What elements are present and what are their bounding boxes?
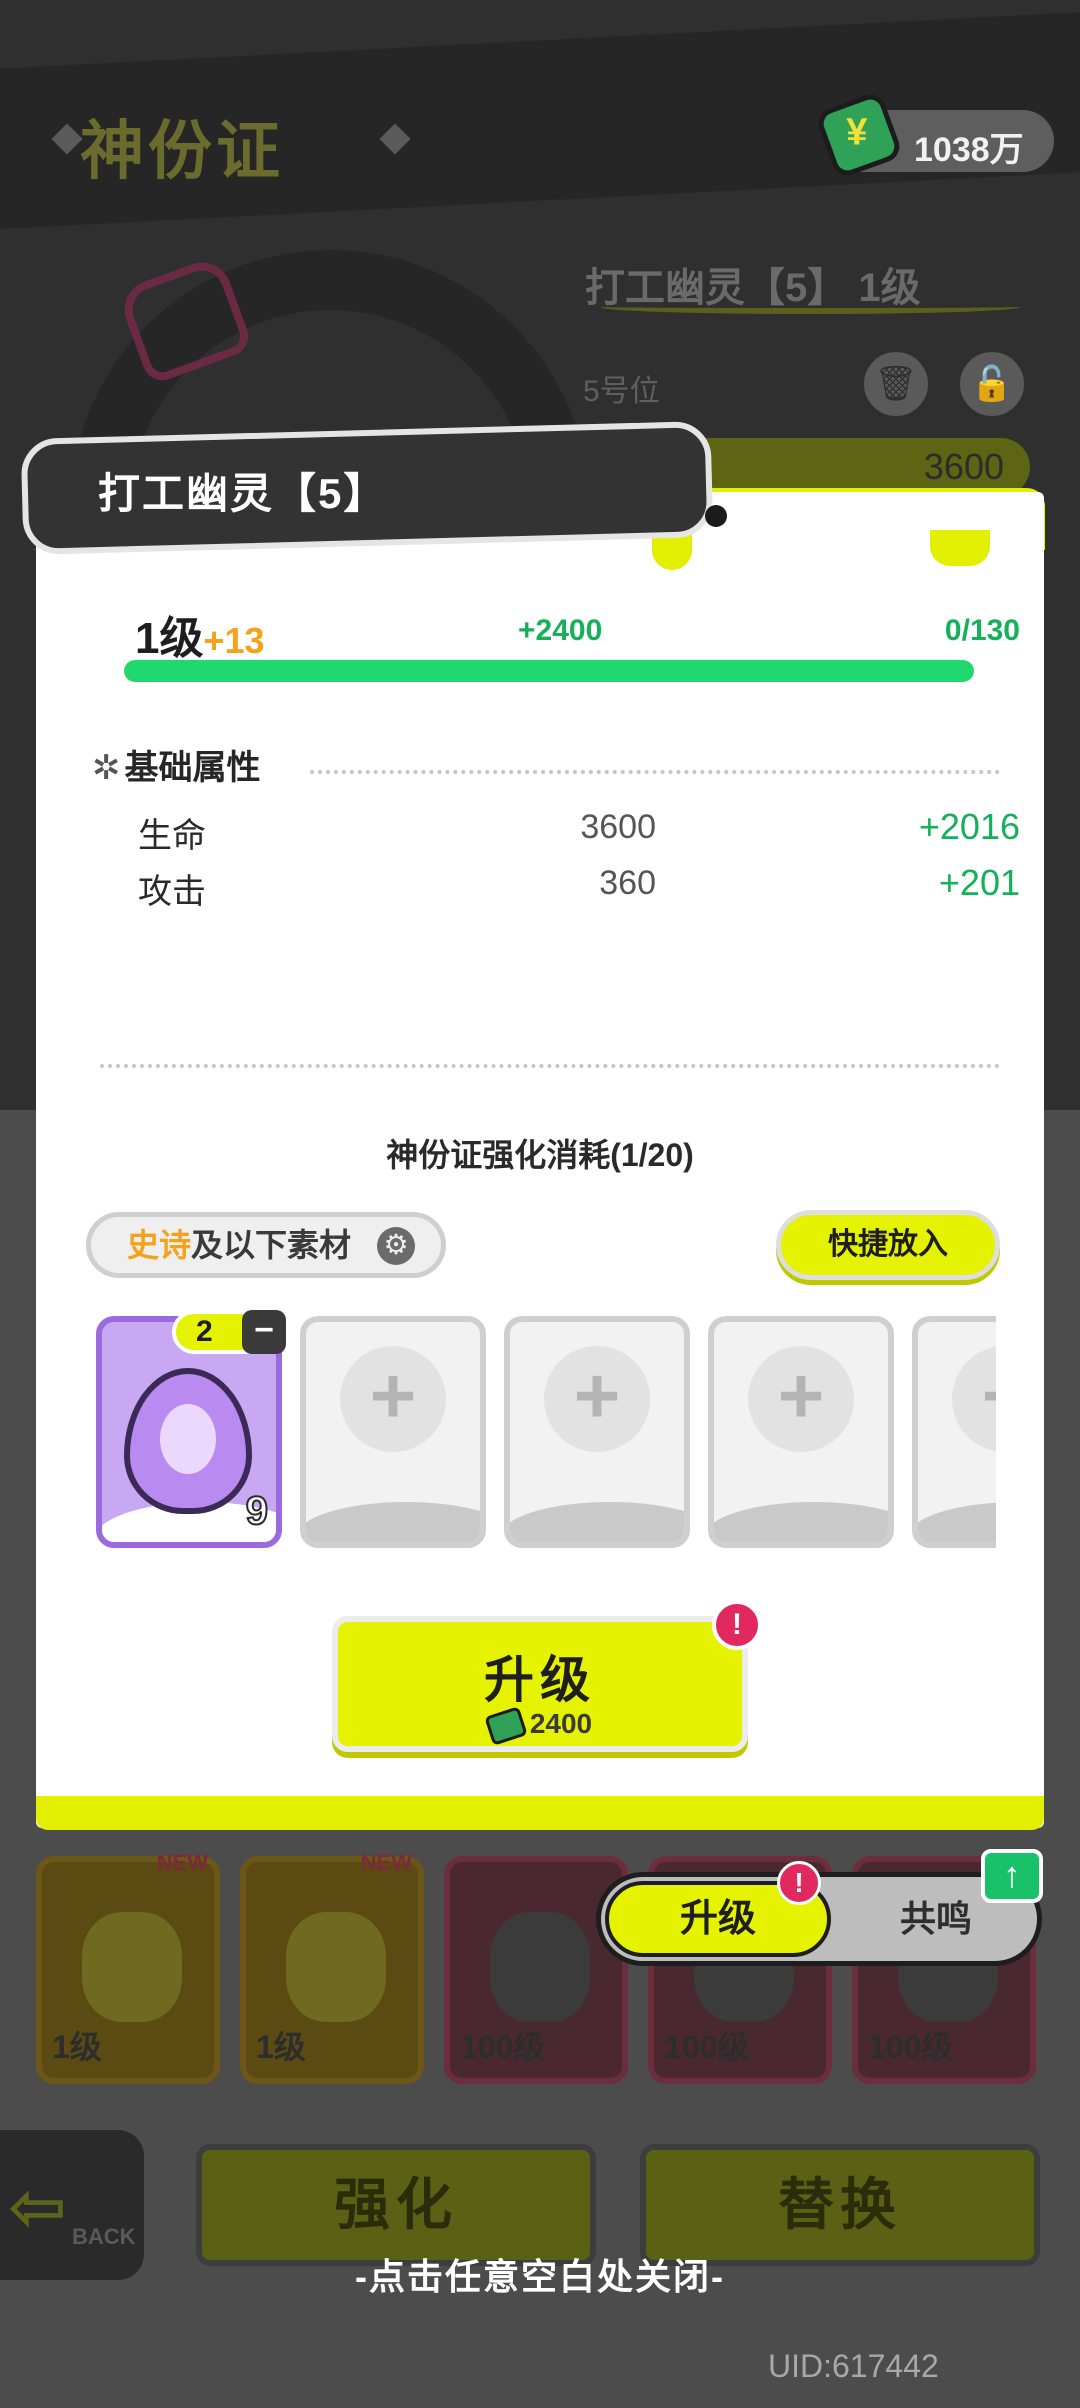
level-bonus: +13 [203, 620, 265, 661]
stat-name-hp: 生命 [138, 817, 206, 855]
equipment-card[interactable]: NEW 1级 [36, 1850, 220, 2084]
card-level: 1级 [256, 2029, 306, 2065]
upgrade-label: 升级 [484, 1652, 596, 1708]
stat-bonus-hp: +2016 [918, 806, 1020, 847]
quick-add-button[interactable]: 快捷放入 [776, 1210, 1000, 1280]
modal-title: 打工幽灵【5】 [98, 470, 388, 517]
back-label: BACK [72, 2224, 136, 2249]
equipment-card[interactable]: NEW 1级 [240, 1850, 424, 2084]
page-title: 神份证 [80, 115, 284, 187]
plus-icon: + [952, 1346, 996, 1452]
new-badge: NEW [156, 1850, 208, 1875]
close-hint: -点击任意空白处关闭- [355, 2256, 725, 2297]
arrow-up-icon: ↑ [981, 1849, 1043, 1903]
section-title-text: 基础属性 [124, 749, 261, 787]
level-value: 1级 [135, 614, 204, 663]
stat-name-attack: 攻击 [138, 873, 206, 911]
banner-dot [705, 505, 727, 527]
back-arrow-icon: ⇦ [8, 2168, 67, 2246]
paint-drip [930, 530, 990, 566]
xp-progress: 0/130 [944, 614, 1020, 647]
stat-value-hp: 3600 [580, 808, 656, 846]
upgrade-cost: 2400 [338, 1705, 742, 1746]
slot-label: 5号位 [583, 375, 660, 408]
modal-bottom-accent [36, 1796, 1044, 1830]
cash-icon [484, 1705, 528, 1746]
trash-icon[interactable]: 🗑 [864, 352, 928, 416]
dotted-divider [100, 1064, 1000, 1068]
card-level: 100级 [664, 2029, 750, 2065]
enhance-cost-title: 神份证强化消耗(1/20) [386, 1137, 694, 1173]
flower-icon: ✲ [92, 749, 121, 787]
purple-flame-icon [124, 1368, 252, 1514]
filter-rest-label: 及以下素材 [191, 1227, 352, 1263]
new-badge: NEW [360, 1850, 412, 1875]
material-slot-empty[interactable]: + [504, 1316, 690, 1548]
mode-toggle: 升级 ! 共鸣 ↑ [596, 1849, 1043, 1966]
stat-bonus-attack: +201 [938, 862, 1020, 903]
selected-quantity-badge: 2 − [172, 1310, 286, 1354]
plus-icon: + [340, 1346, 446, 1452]
selected-quantity: 2 [196, 1315, 213, 1348]
plus-icon: + [748, 1346, 854, 1452]
frog-charm-icon [82, 1912, 182, 2022]
material-slot-empty[interactable]: + [708, 1316, 894, 1548]
equipment-card[interactable]: 100级 [444, 1856, 628, 2084]
material-owned-count: 9 [245, 1488, 269, 1534]
dotted-divider [310, 770, 1000, 774]
card-level: 100级 [460, 2029, 546, 2065]
alert-icon: ! [712, 1600, 762, 1650]
alert-icon: ! [777, 1861, 821, 1905]
base-attributes-heading: ✲ 基础属性 [92, 740, 261, 789]
frog-charm-icon [286, 1912, 386, 2022]
minus-button[interactable]: − [242, 1310, 286, 1354]
user-id: UID:617442 [768, 2348, 939, 2384]
upgrade-button[interactable]: 升级 2400 [332, 1616, 748, 1752]
name-underline [600, 300, 1020, 314]
currency-display: 1038万 [814, 90, 1054, 180]
material-slot-empty[interactable]: + [912, 1316, 996, 1548]
xp-progress-fill [124, 660, 974, 682]
xp-gain: +2400 [518, 614, 603, 647]
plus-icon: + [544, 1346, 650, 1452]
upgrade-cost-value: 2400 [529, 1708, 593, 1739]
current-level: 1级+13 [135, 602, 265, 666]
material-slot-empty[interactable]: + [300, 1316, 486, 1548]
filter-epic-label: 史诗 [127, 1227, 192, 1263]
currency-amount: 1038万 [914, 131, 1024, 169]
character-charm-icon [490, 1912, 590, 2022]
material-filter-button[interactable]: 史诗及以下素材 ⚙ [86, 1212, 446, 1278]
stat-value-attack: 360 [599, 864, 656, 902]
card-level: 100级 [868, 2029, 954, 2065]
unlock-icon[interactable]: 🔓 [960, 352, 1024, 416]
gear-icon: ⚙ [377, 1227, 415, 1265]
xp-progress-bar [124, 660, 974, 682]
card-level: 1级 [52, 2029, 102, 2065]
